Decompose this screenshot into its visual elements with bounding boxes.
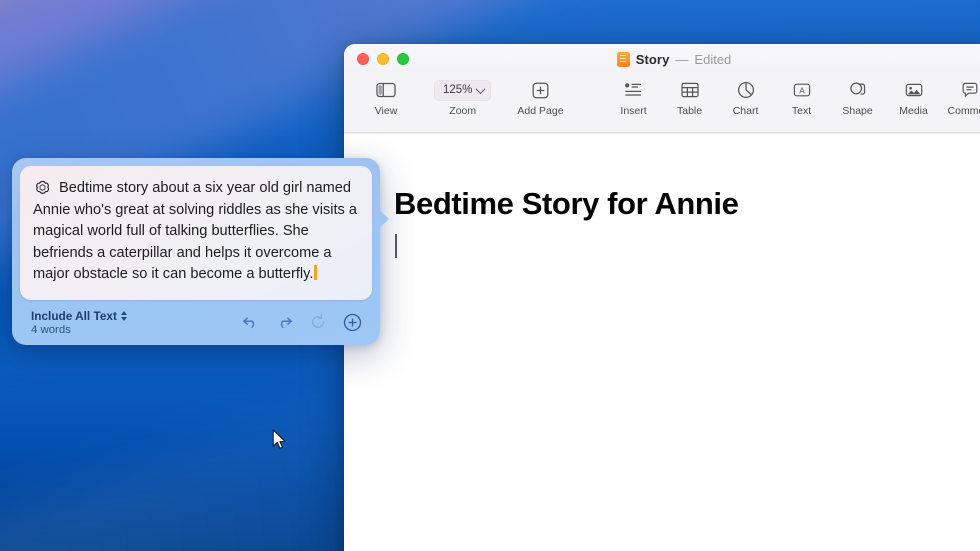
toolbar-zoom-control[interactable]: 125% Zoom <box>428 76 497 117</box>
shape-icon <box>849 79 867 101</box>
close-button[interactable] <box>357 53 369 65</box>
toolbar-insert-button[interactable]: Insert <box>606 76 662 117</box>
document-icon <box>617 52 630 67</box>
text-insertion-caret <box>395 234 397 258</box>
sidebar-icon <box>376 79 396 101</box>
window-title: Story — Edited <box>344 44 980 74</box>
insert-list-icon <box>624 79 643 101</box>
undo-button[interactable] <box>240 312 260 332</box>
popup-action-buttons[interactable] <box>240 312 362 332</box>
prompt-caret <box>314 265 317 280</box>
toolbar-comment-button[interactable]: Comment <box>942 76 980 117</box>
include-text-dropdown[interactable]: Include All Text <box>31 309 127 323</box>
text-box-icon: A <box>793 79 811 101</box>
pages-window[interactable]: Story — Edited View 125% <box>344 44 980 551</box>
toolbar-insert-label: Insert <box>620 105 646 117</box>
chevron-down-icon <box>476 84 486 94</box>
toolbar-zoom-label: Zoom <box>449 105 476 117</box>
redo-button[interactable] <box>274 312 294 332</box>
media-image-icon <box>905 79 923 101</box>
toolbar-media-label: Media <box>899 105 928 117</box>
plus-box-icon <box>532 79 549 101</box>
toolbar-table-button[interactable]: Table <box>662 76 718 117</box>
toolbar-view-button[interactable]: View <box>358 76 414 117</box>
app-toolbar[interactable]: View 125% Zoom Add Page <box>344 74 980 133</box>
zoom-pill-wrap: 125% <box>434 79 491 101</box>
svg-text:A: A <box>799 86 805 95</box>
toolbar-comment-label: Comment <box>948 105 980 117</box>
toolbar-table-label: Table <box>677 105 702 117</box>
zoom-dropdown[interactable]: 125% <box>434 80 491 101</box>
toolbar-text-button[interactable]: A Text <box>774 76 830 117</box>
openai-logo-icon <box>33 179 52 198</box>
document-name: Story <box>636 52 670 67</box>
include-text-label: Include All Text <box>31 309 117 323</box>
traffic-lights[interactable] <box>344 53 409 65</box>
document-canvas[interactable]: Bedtime Story for Annie <box>344 134 980 551</box>
toolbar-view-label: View <box>375 105 398 117</box>
toolbar-shape-label: Shape <box>842 105 872 117</box>
prompt-input-box[interactable]: Bedtime story about a six year old girl … <box>20 166 372 300</box>
toolbar-media-button[interactable]: Media <box>886 76 942 117</box>
zoom-value: 125% <box>443 84 472 96</box>
window-titlebar[interactable]: Story — Edited <box>344 44 980 74</box>
edit-state-label: Edited <box>694 52 731 67</box>
prompt-text[interactable]: Bedtime story about a six year old girl … <box>33 180 357 282</box>
word-count-label: 4 words <box>31 324 127 336</box>
table-grid-icon <box>681 79 699 101</box>
title-separator: — <box>675 52 688 67</box>
popup-controls-bar[interactable]: Include All Text 4 words <box>20 300 372 345</box>
toolbar-chart-label: Chart <box>733 105 759 117</box>
maximize-button[interactable] <box>397 53 409 65</box>
chatgpt-prompt-popup[interactable]: Bedtime story about a six year old girl … <box>12 158 380 345</box>
mouse-cursor <box>272 429 288 451</box>
toolbar-add-page-button[interactable]: Add Page <box>511 76 569 117</box>
toolbar-shape-button[interactable]: Shape <box>830 76 886 117</box>
add-button[interactable] <box>342 312 362 332</box>
minimize-button[interactable] <box>377 53 389 65</box>
comment-bubble-icon <box>961 79 979 101</box>
pie-chart-icon <box>737 79 755 101</box>
regenerate-button[interactable] <box>308 312 328 332</box>
toolbar-text-label: Text <box>792 105 811 117</box>
toolbar-chart-button[interactable]: Chart <box>718 76 774 117</box>
document-title[interactable]: Bedtime Story for Annie <box>394 186 738 222</box>
stepper-icon[interactable] <box>121 311 127 321</box>
document-page[interactable]: Bedtime Story for Annie <box>344 134 980 551</box>
toolbar-add-page-label: Add Page <box>517 105 563 117</box>
